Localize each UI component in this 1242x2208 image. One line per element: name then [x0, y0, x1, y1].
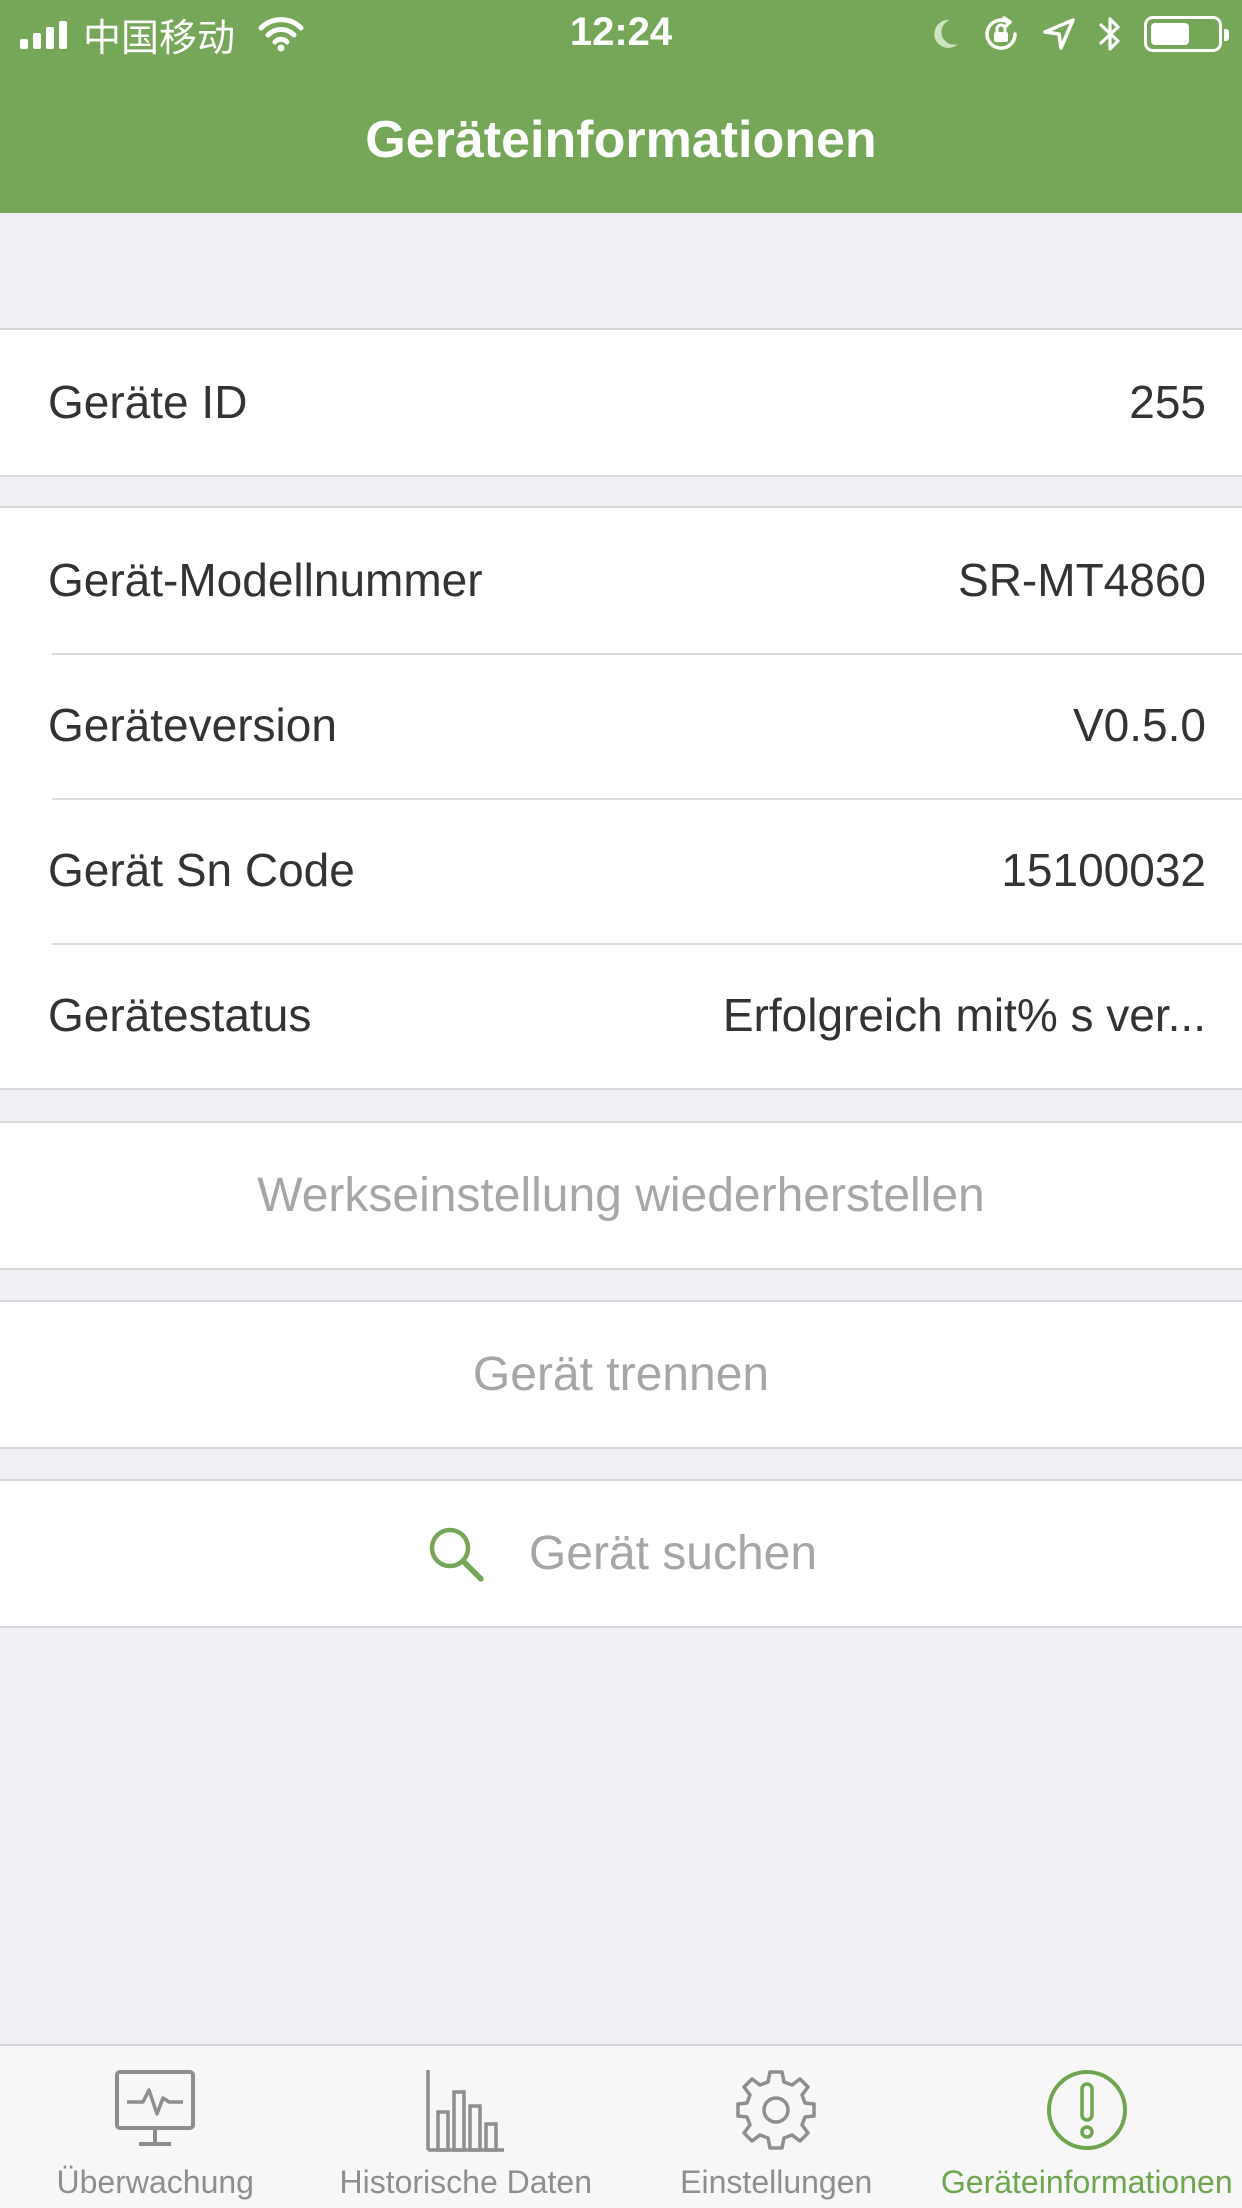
sn-code-row: Gerät Sn Code 15100032 [0, 798, 1242, 943]
tab-history[interactable]: Historische Daten [311, 2046, 622, 2208]
model-number-row: Gerät-Modellnummer SR-MT4860 [0, 508, 1242, 653]
search-group: Gerät suchen [0, 1479, 1242, 1628]
tab-device-info-label: Geräteinformationen [940, 2164, 1233, 2200]
device-id-row: Geräte ID 255 [0, 330, 1242, 475]
factory-reset-button[interactable]: Werkseinstellung wiederherstellen [0, 1123, 1242, 1268]
bar-chart-icon [426, 2070, 504, 2152]
status-bar: 中国移动 12:24 [0, 0, 1242, 66]
sn-code-value: 15100032 [1001, 844, 1206, 896]
gear-icon [736, 2070, 816, 2150]
page-title: Geräteinformationen [365, 111, 877, 169]
factory-reset-group: Werkseinstellung wiederherstellen [0, 1121, 1242, 1270]
bluetooth-icon [1099, 17, 1120, 51]
device-version-row: Geräteversion V0.5.0 [0, 653, 1242, 798]
device-id-value: 255 [1129, 376, 1206, 428]
battery-icon [1144, 16, 1229, 52]
info-icon [1046, 2070, 1127, 2150]
device-id-label: Geräte ID [48, 376, 248, 428]
device-status-value: Erfolgreich mit% s ver... [722, 989, 1206, 1041]
tab-monitoring-label: Überwachung [56, 2164, 254, 2200]
tab-settings[interactable]: Einstellungen [621, 2046, 932, 2208]
tab-device-info[interactable]: Geräteinformationen [932, 2046, 1242, 2208]
tab-monitoring[interactable]: Überwachung [0, 2046, 311, 2208]
sn-code-label: Gerät Sn Code [48, 844, 355, 896]
tab-history-label: Historische Daten [339, 2164, 593, 2200]
rotation-lock-icon [985, 16, 1017, 50]
model-number-value: SR-MT4860 [958, 554, 1206, 606]
moon-icon [934, 19, 958, 48]
search-icon [429, 1527, 484, 1582]
location-arrow-icon [1043, 18, 1075, 50]
device-version-label: Geräteversion [48, 699, 337, 751]
search-device-label: Gerät suchen [528, 1527, 818, 1580]
tab-bar: Überwachung Historische Daten Einstellun… [0, 2044, 1242, 2208]
header: 中国移动 12:24 Geräteinformationen [0, 0, 1242, 213]
device-status-row: Gerätestatus Erfolgreich mit% s ver... [0, 943, 1242, 1088]
device-id-group: Geräte ID 255 [0, 328, 1242, 477]
disconnect-device-button[interactable]: Gerät trennen [0, 1302, 1242, 1447]
device-version-value: V0.5.0 [1073, 699, 1206, 751]
model-number-label: Gerät-Modellnummer [48, 554, 483, 606]
disconnect-group: Gerät trennen [0, 1300, 1242, 1449]
tab-settings-label: Einstellungen [680, 2164, 873, 2200]
device-status-label: Gerätestatus [48, 989, 312, 1041]
monitor-icon [115, 2070, 196, 2146]
device-info-group: Gerät-Modellnummer SR-MT4860 Geräteversi… [0, 506, 1242, 1090]
search-device-button[interactable]: Gerät suchen [0, 1481, 1242, 1626]
status-right [930, 12, 1229, 56]
